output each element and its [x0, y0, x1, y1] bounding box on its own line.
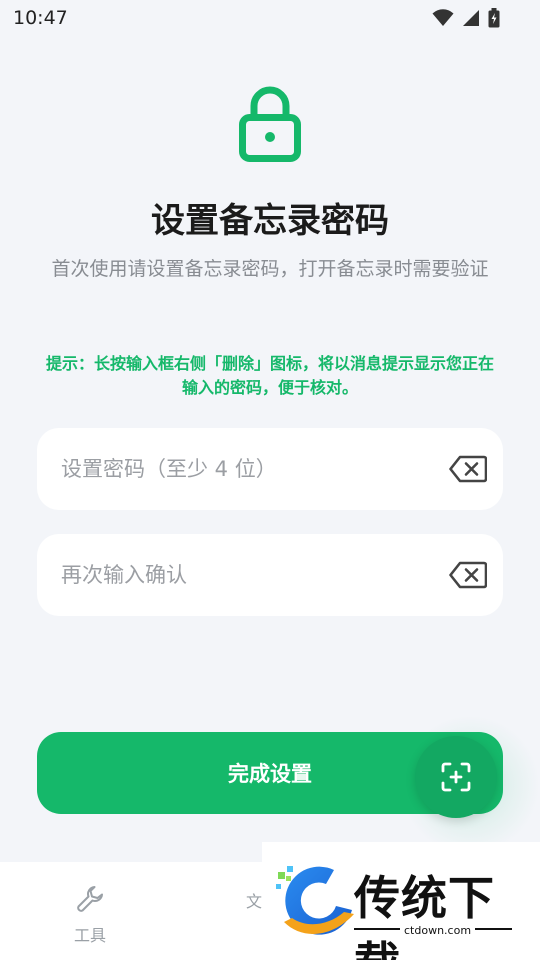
confirm-password-field [37, 534, 503, 616]
lock-icon [239, 86, 301, 162]
confirm-password-input[interactable] [61, 552, 441, 598]
password-input[interactable] [61, 446, 441, 492]
backspace-clear-icon[interactable] [449, 455, 487, 483]
wifi-icon [432, 9, 454, 26]
floating-action-button[interactable] [415, 736, 497, 818]
nav-label-tools: 工具 [73, 926, 106, 945]
page-subtitle: 首次使用请设置备忘录密码，打开备忘录时需要验证 [51, 258, 489, 280]
signal-icon [463, 10, 479, 26]
status-icons [432, 8, 500, 28]
page-title: 设置备忘录密码 [151, 201, 389, 241]
watermark-brand-text: 传统下载 [354, 871, 495, 960]
backspace-clear-icon[interactable] [449, 561, 487, 589]
watermark-url: ctdown.com [400, 924, 476, 937]
watermark-logo: 传统下载 ctdown.com [262, 842, 540, 960]
wrench-icon [77, 886, 103, 912]
battery-charging-icon [488, 8, 500, 28]
status-bar: 10:47 [0, 0, 540, 40]
nav-item-tools[interactable]: 工具 [60, 884, 120, 946]
scan-add-icon [441, 762, 471, 792]
watermark-emblem-icon [276, 866, 354, 935]
status-time: 10:47 [13, 7, 68, 29]
password-field [37, 428, 503, 510]
hint-text: 提示：长按输入框右侧「删除」图标，将以消息提示显示您正在输入的密码，便于核对。 [45, 354, 494, 397]
